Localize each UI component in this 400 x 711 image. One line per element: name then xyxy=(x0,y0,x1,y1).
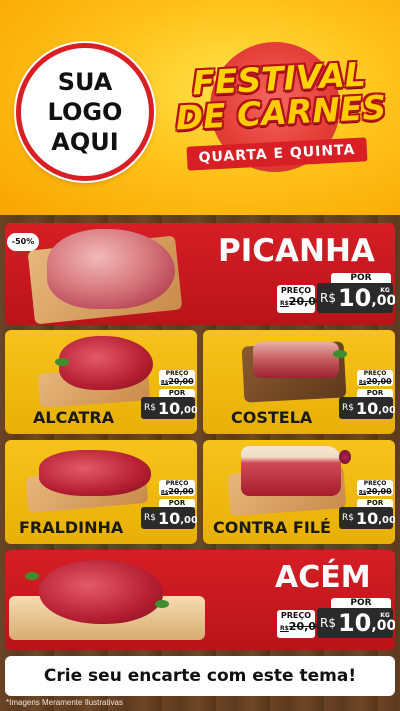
product-card-costela: COSTELA PREÇO R$20,00 POR R$ 10 ,00 xyxy=(203,330,395,434)
fraldinha-meat-image xyxy=(39,450,151,496)
product-card-acem: ACÉM PREÇO R$20,00 POR R$ 10 ,00 KG xyxy=(5,550,395,650)
new-price-value: R$ 10 ,00 xyxy=(339,507,395,529)
new-price-label: POR xyxy=(357,499,393,507)
alcatra-meat-image xyxy=(59,336,153,390)
product-name: CONTRA FILÉ xyxy=(213,518,331,537)
product-name: COSTELA xyxy=(231,408,313,427)
old-price-value: R$20,00 xyxy=(359,487,392,496)
logo-placeholder: SUA LOGO AQUI xyxy=(16,43,154,181)
old-price-box: PREÇO R$20,00 xyxy=(277,610,324,638)
contra-file-meat-image xyxy=(241,446,341,496)
old-price-box: PREÇO R$20,00 xyxy=(357,370,393,386)
price-tag: PREÇO R$20,00 POR R$ 10 ,00 KG xyxy=(277,598,395,638)
price-tag: PREÇO R$20,00 POR R$ 10 ,00 xyxy=(141,480,197,529)
picanha-meat-image xyxy=(47,229,175,309)
product-card-picanha: PICANHA PREÇO R$20,00 POR R$ 10 ,00 KG xyxy=(5,223,395,325)
costela-meat-image xyxy=(253,342,339,378)
old-price-value: R$20,00 xyxy=(161,487,194,496)
old-price-box: PREÇO R$20,00 xyxy=(357,480,393,496)
product-card-fraldinha: FRALDINHA PREÇO R$20,00 POR R$ 10 ,00 xyxy=(5,440,197,544)
disclaimer-text: *Imagens Meramente Ilustrativas xyxy=(6,698,123,707)
price-tag: PREÇO R$20,00 POR R$ 10 ,00 xyxy=(339,370,395,419)
old-price-label: PREÇO xyxy=(363,370,387,377)
product-card-contra-file: CONTRA FILÉ PREÇO R$20,00 POR R$ 10 ,00 xyxy=(203,440,395,544)
new-price-label: POR xyxy=(357,389,393,397)
old-price-value: R$20,00 xyxy=(280,295,324,308)
new-price-box: PREÇO R$20,00 POR R$ 10 ,00 xyxy=(339,370,395,419)
festival-title-line-2: DE CARNES xyxy=(174,87,388,138)
old-price-box: PREÇO R$20,00 xyxy=(159,370,195,386)
discount-badge: -50% xyxy=(7,233,39,251)
acem-meat-image xyxy=(39,560,163,624)
new-price-box: PREÇO R$20,00 POR R$ 10 ,00 xyxy=(141,370,197,419)
new-price-value: R$ 10 ,00 KG xyxy=(317,283,395,313)
old-price-label: PREÇO xyxy=(165,480,189,487)
product-name: ACÉM xyxy=(275,560,371,595)
footer-cta: Crie seu encarte com este tema! xyxy=(5,656,395,696)
product-name: ALCATRA xyxy=(33,408,115,427)
herb-garnish xyxy=(155,600,169,608)
new-price-box: PREÇO R$20,00 POR R$ 10 ,00 xyxy=(141,480,197,529)
new-price-value: R$ 10 ,00 xyxy=(141,397,197,419)
price-tag: PREÇO R$20,00 POR R$ 10 ,00 xyxy=(339,480,395,529)
header-banner: SUA LOGO AQUI FESTIVAL DE CARNES QUARTA … xyxy=(0,0,400,222)
herb-garnish xyxy=(55,358,69,366)
herb-garnish xyxy=(333,350,347,358)
logo-line-3: AQUI xyxy=(51,128,119,156)
onion-garnish xyxy=(339,450,351,464)
old-price-label: PREÇO xyxy=(363,480,387,487)
new-price-box: POR R$ 10 ,00 KG xyxy=(317,273,395,313)
new-price-label: POR xyxy=(331,273,391,283)
old-price-label: PREÇO xyxy=(280,611,312,620)
product-card-alcatra: ALCATRA PREÇO R$20,00 POR R$ 10 ,00 xyxy=(5,330,197,434)
festival-subtitle: QUARTA E QUINTA xyxy=(186,137,368,171)
new-price-label: POR xyxy=(331,598,391,608)
new-price-value: R$ 10 ,00 xyxy=(339,397,395,419)
herb-garnish xyxy=(25,572,39,580)
old-price-box: PREÇO R$20,00 xyxy=(159,480,195,496)
old-price-label: PREÇO xyxy=(165,370,189,377)
new-price-value: R$ 10 ,00 xyxy=(141,507,197,529)
new-price-box: PREÇO R$20,00 POR R$ 10 ,00 xyxy=(339,480,395,529)
new-price-label: POR xyxy=(159,389,195,397)
product-name: PICANHA xyxy=(218,233,375,269)
price-tag: PREÇO R$20,00 POR R$ 10 ,00 KG xyxy=(277,273,395,313)
logo-line-1: SUA xyxy=(57,68,113,96)
price-tag: PREÇO R$20,00 POR R$ 10 ,00 xyxy=(141,370,197,419)
old-price-value: R$20,00 xyxy=(161,377,194,386)
logo-line-2: LOGO xyxy=(47,98,123,126)
old-price-box: PREÇO R$20,00 xyxy=(277,285,324,313)
new-price-value: R$ 10 ,00 KG xyxy=(317,608,395,638)
new-price-label: POR xyxy=(159,499,195,507)
product-name: FRALDINHA xyxy=(19,518,124,537)
old-price-label: PREÇO xyxy=(280,286,312,295)
festival-title: FESTIVAL DE CARNES xyxy=(168,55,391,138)
old-price-value: R$20,00 xyxy=(280,620,324,633)
new-price-box: POR R$ 10 ,00 KG xyxy=(317,598,395,638)
old-price-value: R$20,00 xyxy=(359,377,392,386)
